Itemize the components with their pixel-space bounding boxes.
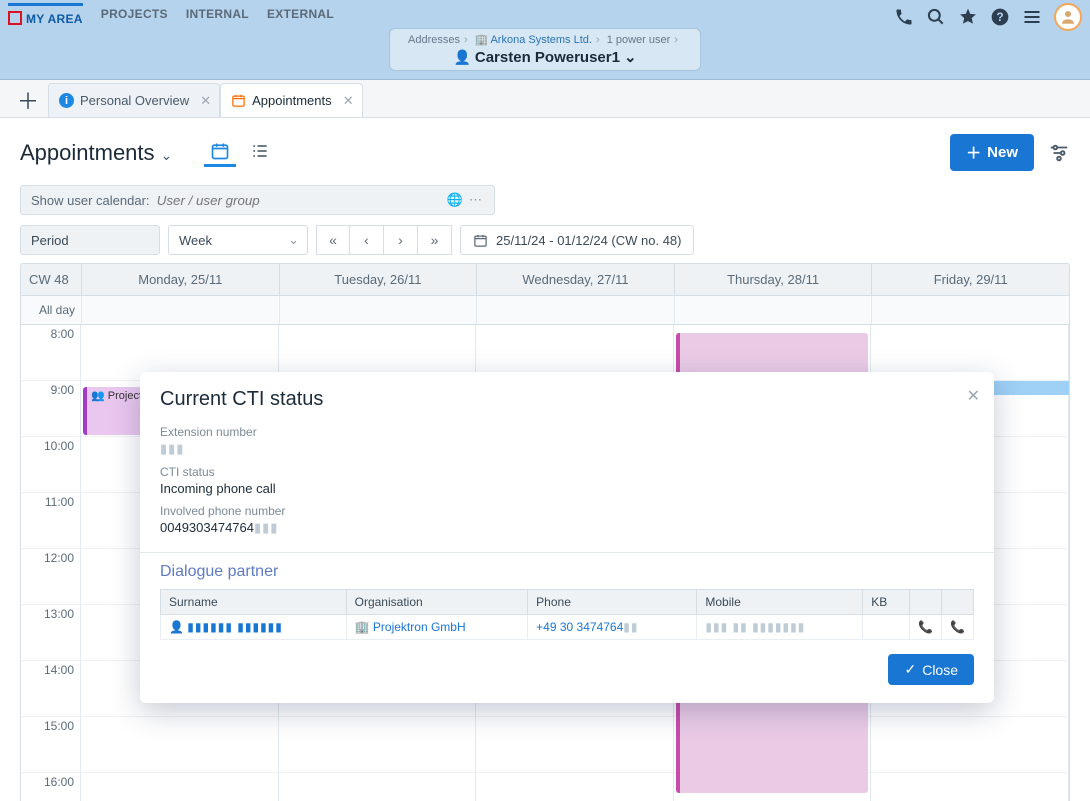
svg-text:?: ? (996, 11, 1003, 24)
call-green-action-icon[interactable]: 📞 (950, 620, 965, 634)
phone-value: 0049303474764▮▮▮ (160, 520, 974, 536)
day-header[interactable]: Monday, 25/11 (81, 264, 279, 295)
search-icon[interactable] (926, 7, 946, 27)
help-icon[interactable]: ? (990, 7, 1010, 27)
cti-status-value: Incoming phone call (160, 481, 974, 496)
th-action2 (942, 590, 974, 615)
nav-internal[interactable]: INTERNAL (186, 7, 249, 21)
tab-personal-overview[interactable]: i Personal Overview ✕ (48, 83, 220, 117)
breadcrumb: Addresses› 🏢Arkona Systems Ltd.› 1 power… (408, 33, 682, 46)
period-label: Period (20, 225, 160, 255)
org-icon: 🏢 (475, 34, 489, 46)
ext-label: Extension number (160, 425, 974, 439)
nav-first-button[interactable]: « (316, 225, 350, 255)
day-header[interactable]: Wednesday, 27/11 (476, 264, 674, 295)
star-icon[interactable] (958, 7, 978, 27)
user-calendar-filter: Show user calendar: 🌐 ⋯ (20, 185, 495, 215)
view-list-button[interactable] (244, 139, 276, 167)
view-calendar-button[interactable] (204, 139, 236, 167)
th-organisation[interactable]: Organisation (346, 590, 528, 615)
table-row[interactable]: 👤 ▮▮▮▮▮▮ ▮▮▮▮▮▮ 🏢 Projektron GmbH +49 30… (161, 615, 974, 640)
th-surname[interactable]: Surname (161, 590, 347, 615)
chevron-down-icon: ⌄ (288, 232, 299, 248)
phone-label: Involved phone number (160, 504, 974, 518)
organisation-link[interactable]: Projektron GmbH (373, 620, 466, 634)
date-range[interactable]: 25/11/24 - 01/12/24 (CW no. 48) (460, 225, 694, 255)
time-scale: 8:009:0010:00 11:0012:0013:00 14:0015:00… (21, 325, 81, 801)
more-icon[interactable]: ⋯ (469, 192, 484, 208)
filter-label: Show user calendar: (31, 193, 150, 208)
dialogue-partner-title: Dialogue partner (160, 563, 974, 581)
check-icon: ✓ (904, 661, 916, 678)
ext-value: ▮▮▮ (160, 441, 974, 457)
kb-value (863, 615, 910, 640)
cti-status-label: CTI status (160, 465, 974, 479)
period-select[interactable]: Week⌄ (168, 225, 308, 255)
tab-appointments[interactable]: Appointments ✕ (220, 83, 363, 117)
org-icon: 🏢 (355, 620, 370, 634)
globe-icon[interactable]: 🌐 (447, 192, 463, 208)
new-button[interactable]: ＋New (950, 134, 1034, 171)
phone-icon[interactable] (894, 7, 914, 27)
chevron-down-icon: ⌄ (624, 49, 637, 66)
app-logo-icon (8, 11, 22, 25)
period-nav: « ‹ › » (316, 225, 452, 255)
th-mobile[interactable]: Mobile (697, 590, 863, 615)
chevron-down-icon: ⌄ (161, 147, 173, 163)
close-button[interactable]: ✓Close (888, 654, 974, 685)
info-icon: i (59, 93, 74, 108)
person-icon: 👤 (453, 49, 470, 65)
modal-title: Current CTI status (160, 388, 974, 411)
th-action1 (910, 590, 942, 615)
nav-next-button[interactable]: › (384, 225, 418, 255)
calendar-icon (231, 93, 246, 108)
person-icon: 👤 (169, 620, 184, 634)
allday-label: All day (21, 296, 81, 324)
day-header[interactable]: Friday, 29/11 (871, 264, 1069, 295)
user-calendar-input[interactable] (157, 193, 427, 208)
th-phone[interactable]: Phone (528, 590, 697, 615)
close-icon[interactable]: ✕ (967, 386, 980, 406)
user-avatar[interactable] (1054, 3, 1082, 31)
nav-prev-button[interactable]: ‹ (350, 225, 384, 255)
nav-projects[interactable]: PROJECTS (101, 7, 168, 21)
mobile-value: ▮▮▮ ▮▮ ▮▮▮▮▮▮▮ (705, 620, 805, 634)
plus-icon: ＋ (966, 142, 981, 163)
filters-icon[interactable] (1048, 142, 1070, 164)
page-title[interactable]: Appointments⌄ (20, 140, 172, 166)
surname-link[interactable]: ▮▮▮▮▮▮ ▮▮▮▮▮▮ (187, 620, 283, 634)
phone-link[interactable]: +49 30 3474764 (536, 620, 623, 634)
cw-label: CW 48 (21, 264, 81, 295)
dialogue-partner-table: Surname Organisation Phone Mobile KB 👤 ▮… (160, 589, 974, 640)
close-icon[interactable]: ✕ (343, 93, 354, 109)
close-icon[interactable]: ✕ (200, 93, 211, 109)
breadcrumb-user[interactable]: 👤Carsten Poweruser1⌄ (408, 48, 682, 66)
breadcrumb-pill[interactable]: Addresses› 🏢Arkona Systems Ltd.› 1 power… (389, 28, 701, 71)
day-header[interactable]: Thursday, 28/11 (674, 264, 872, 295)
th-kb[interactable]: KB (863, 590, 910, 615)
call-action-icon[interactable]: 📞 (918, 620, 933, 634)
day-header[interactable]: Tuesday, 26/11 (279, 264, 477, 295)
nav-last-button[interactable]: » (418, 225, 452, 255)
nav-my-area[interactable]: MY AREA (8, 3, 83, 26)
calendar-icon (473, 233, 488, 248)
cti-status-modal: ✕ Current CTI status Extension number ▮▮… (140, 372, 994, 703)
add-tab-button[interactable]: ＋ (8, 83, 48, 117)
menu-icon[interactable] (1022, 7, 1042, 27)
nav-external[interactable]: EXTERNAL (267, 7, 334, 21)
